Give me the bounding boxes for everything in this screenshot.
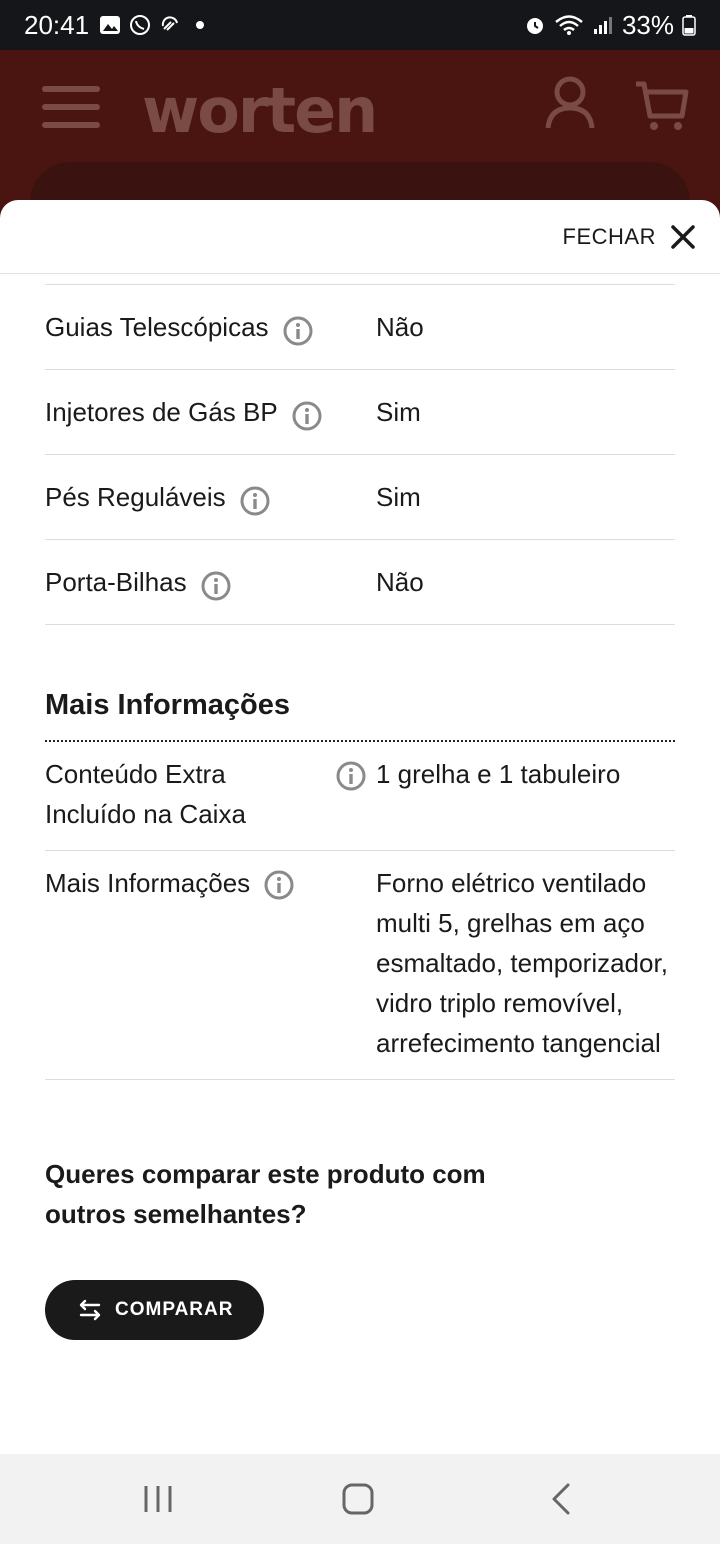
sync-icon [161,16,179,31]
status-time: 20:41 [24,9,90,40]
spec-label: Injetores de Gás BP [45,397,278,427]
spec-row: Injetores de Gás BP Sim [45,370,675,455]
spec-value: Sim [376,482,421,512]
spec-value: Sim [376,397,421,427]
info-icon[interactable] [336,761,366,791]
user-icon[interactable] [545,76,595,130]
section-title: Mais Informações [45,689,675,742]
info-icon[interactable] [283,316,313,346]
spec-value: 1 grelha e 1 tabuleiro [376,759,621,789]
spec-value: Não [376,312,424,342]
info-icon[interactable] [240,486,270,516]
info-icon[interactable] [292,401,322,431]
spec-label: Conteúdo Extra Incluído na Caixa [45,759,246,829]
spec-row: Conteúdo Extra Incluído na Caixa 1 grelh… [45,742,675,851]
info-icon[interactable] [201,571,231,601]
spec-value: Não [376,567,424,597]
spec-label: Pés Reguláveis [45,482,226,512]
compare-question: Queres comparar este produto com outros … [45,1159,486,1229]
info-icon[interactable] [264,870,294,900]
cart-icon[interactable] [634,80,690,132]
back-icon[interactable] [548,1482,574,1516]
notification-dot-icon [196,21,205,29]
specs-sheet: FECHAR Guias Telescópicas Não Injetores … [0,200,720,1454]
swap-arrows-icon [79,1299,101,1321]
spec-label: Mais Informações [45,868,251,898]
status-bar: 20:41 33% [0,0,720,50]
close-button[interactable]: FECHAR [563,224,696,250]
spec-value: Forno elétrico ventilado multi 5, grelha… [376,868,668,1058]
sheet-content: Guias Telescópicas Não Injetores de Gás … [0,284,720,1340]
spec-row: Guias Telescópicas Não [45,285,675,370]
compare-button[interactable]: COMPARAR [45,1280,265,1340]
close-label: FECHAR [562,223,656,249]
spec-row: Pés Reguláveis Sim [45,455,675,540]
navigation-bar [0,1454,720,1544]
alarm-icon [526,18,543,34]
whatsapp-icon [130,15,151,35]
app-header: worten [0,50,720,242]
close-icon [671,224,695,249]
wifi-icon [555,15,583,35]
spec-row: Porta-Bilhas Não [45,540,675,625]
worten-logo[interactable]: worten [142,74,378,147]
battery-percent: 33% [621,9,674,40]
spec-label: Porta-Bilhas [45,567,187,597]
home-icon[interactable] [340,1482,376,1516]
recent-apps-icon[interactable] [140,1482,176,1516]
gallery-icon [100,16,121,34]
spec-row: Mais Informações Forno elétrico ventilad… [45,851,675,1080]
compare-label: COMPARAR [115,1299,234,1320]
signal-icon [593,17,612,34]
battery-icon [682,15,696,36]
sheet-header: FECHAR [0,200,720,274]
spec-label: Guias Telescópicas [45,312,269,342]
menu-icon[interactable] [42,86,100,128]
